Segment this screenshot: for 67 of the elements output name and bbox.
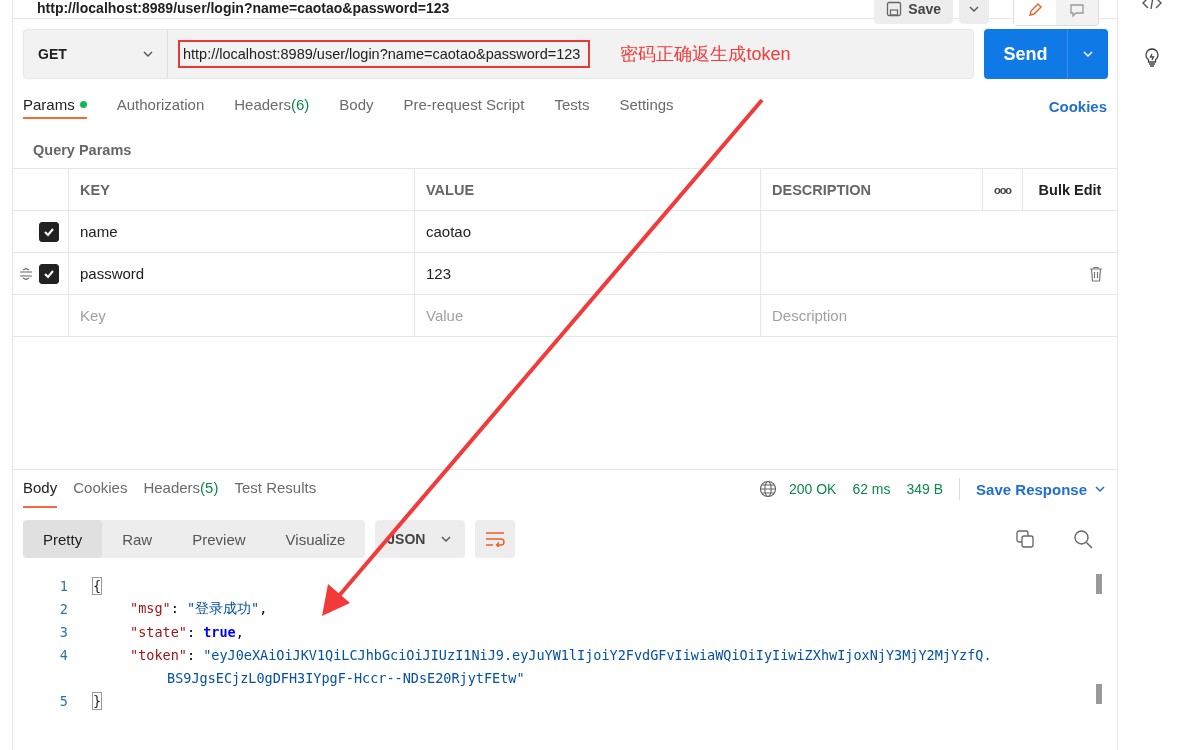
request-tab[interactable]: Headers(6) xyxy=(234,93,310,119)
view-mode-tab[interactable]: Raw xyxy=(102,520,173,558)
copy-icon[interactable] xyxy=(1015,529,1035,549)
size-text: 349 B xyxy=(906,481,944,497)
view-mode-tab[interactable]: Preview xyxy=(172,520,266,558)
line-number: 5 xyxy=(58,692,69,709)
table-cell: 123 xyxy=(426,265,452,282)
comment-icon[interactable] xyxy=(1069,2,1085,18)
pencil-icon[interactable] xyxy=(1027,2,1043,18)
line-number: 4 xyxy=(58,646,69,663)
cookies-link[interactable]: Cookies xyxy=(1048,97,1107,115)
input-field[interactable]: Value xyxy=(426,307,749,324)
table-cell: password xyxy=(80,265,145,282)
request-tab[interactable]: Body xyxy=(339,93,374,119)
view-mode-tab[interactable]: Visualize xyxy=(265,520,366,558)
response-tab[interactable]: Cookies xyxy=(73,470,128,508)
column-header: KEY xyxy=(69,169,415,210)
code-line: "msg": "登录成功", xyxy=(129,599,268,618)
column-header: DESCRIPTION xyxy=(761,169,983,210)
input-field[interactable]: Description xyxy=(772,307,1106,324)
table-cell: name xyxy=(80,223,118,240)
scrollbar-thumb[interactable] xyxy=(1096,574,1102,594)
request-tab[interactable]: Settings xyxy=(619,93,674,119)
lightbulb-icon[interactable] xyxy=(1142,46,1162,68)
bulk-edit-button[interactable]: Bulk Edit xyxy=(1038,181,1102,198)
annotation-note: 密码正确返生成token xyxy=(620,43,791,66)
more-button[interactable]: ooo xyxy=(993,183,1012,196)
code-line: "token": "eyJ0eXAiOiJKV1QiLCJhbGciOiJIUzI1NiJ9.eyJuYW1lIjoiY2FvdGFvIiwiaWQiOiIyIiwiZXhwIjoxNjY3MjY2MjYzfQ. xyxy=(129,646,992,663)
search-icon[interactable] xyxy=(1073,529,1093,549)
globe-icon[interactable] xyxy=(758,480,777,498)
method-dropdown[interactable]: GET xyxy=(24,30,168,78)
time-text: 62 ms xyxy=(852,481,891,497)
response-tab[interactable]: Headers(5) xyxy=(143,470,219,508)
save-button[interactable]: Save xyxy=(874,0,953,24)
wrap-icon[interactable] xyxy=(485,531,506,547)
code-line: BS9JgsECjzL0gDFH3IYpgF-Hccr--NDsE20RjytFEtw" xyxy=(166,669,525,686)
section-title: Query Params xyxy=(33,142,133,158)
response-tab[interactable]: Test Results xyxy=(234,470,317,508)
column-header: VALUE xyxy=(415,169,761,210)
request-tab[interactable]: Tests xyxy=(554,93,590,119)
code-icon[interactable] xyxy=(1142,0,1162,10)
checkbox[interactable] xyxy=(39,221,59,242)
drag-handle-icon[interactable] xyxy=(19,267,33,280)
save-icon[interactable] xyxy=(886,1,903,17)
request-tab[interactable]: Authorization xyxy=(116,93,205,119)
url-field[interactable]: http://localhost:8989/user/login?name=caotao&password=123 xyxy=(178,40,591,68)
code-line: { xyxy=(93,577,102,594)
request-title: http://localhost:8989/user/login?name=caotao&password=123 xyxy=(37,0,450,17)
trash-icon[interactable] xyxy=(1089,265,1103,282)
scrollbar-thumb[interactable] xyxy=(1096,684,1102,704)
wrap-lines-button[interactable] xyxy=(475,520,516,558)
code-line: } xyxy=(93,692,102,709)
save-response-button[interactable]: Save Response xyxy=(976,470,1107,508)
input-field[interactable]: Key xyxy=(80,307,403,324)
request-tab[interactable]: Params xyxy=(23,93,87,119)
status-text: 200 OK xyxy=(788,481,837,497)
line-number: 3 xyxy=(58,623,69,640)
checkbox[interactable] xyxy=(39,263,59,284)
edit-button[interactable] xyxy=(1014,0,1056,25)
format-dropdown[interactable]: JSON xyxy=(375,520,466,558)
line-number: 2 xyxy=(58,600,69,617)
line-number: 1 xyxy=(58,577,69,594)
response-tab[interactable]: Body xyxy=(23,470,58,508)
code-line: "state": true, xyxy=(129,623,244,640)
table-cell: caotao xyxy=(426,223,472,240)
view-mode-tab[interactable]: Pretty xyxy=(23,520,103,558)
request-tab[interactable]: Pre-request Script xyxy=(403,93,525,119)
